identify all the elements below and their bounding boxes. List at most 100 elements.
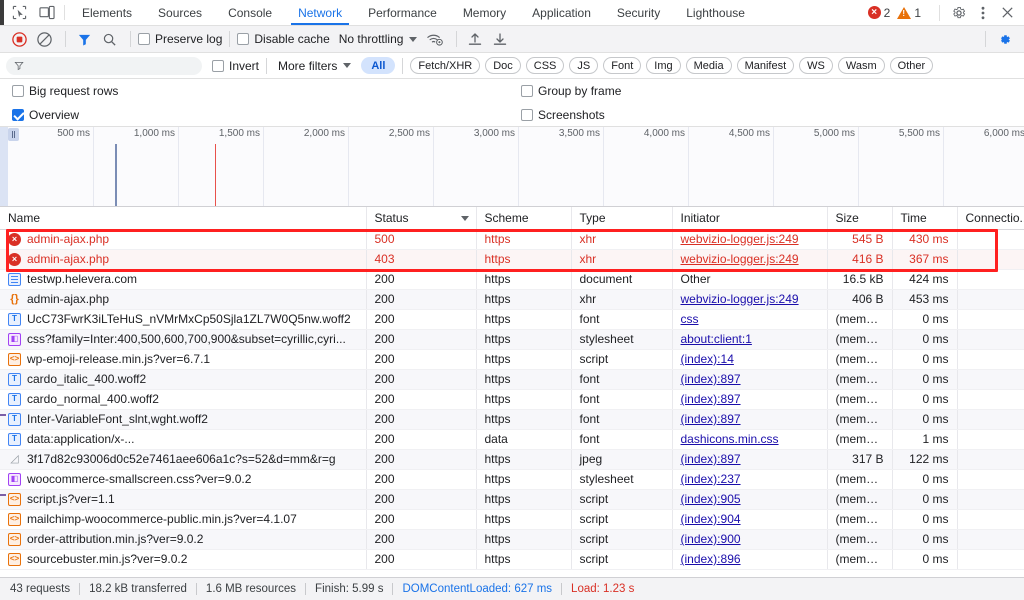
cell-initiator[interactable]: (index):897	[672, 449, 827, 469]
network-settings-gear-icon[interactable]	[993, 28, 1015, 50]
table-row[interactable]: <>sourcebuster.min.js?ver=9.0.2 200 http…	[0, 549, 1024, 569]
issues-counters[interactable]: × 2 1	[868, 6, 925, 20]
overview-drag-handle[interactable]	[8, 128, 19, 141]
column-header-time[interactable]: Time	[892, 207, 957, 229]
filter-icon[interactable]	[73, 28, 95, 50]
table-row[interactable]: ×admin-ajax.php 403 https xhr webvizio-l…	[0, 249, 1024, 269]
wifi-settings-icon[interactable]	[424, 28, 446, 50]
column-header-scheme[interactable]: Scheme	[476, 207, 571, 229]
initiator-link[interactable]: (index):905	[681, 492, 741, 506]
table-row[interactable]: ◿3f17d82c93006d0c52e7461aee606a1c?s=52&d…	[0, 449, 1024, 469]
initiator-link[interactable]: (index):897	[681, 372, 741, 386]
group-by-frame-checkbox[interactable]: Group by frame	[521, 84, 621, 98]
table-row[interactable]: testwp.helevera.com 200 https document O…	[0, 269, 1024, 289]
inspect-element-icon[interactable]	[10, 4, 28, 22]
screenshots-checkbox[interactable]: Screenshots	[521, 108, 605, 122]
cell-initiator[interactable]: (index):896	[672, 549, 827, 569]
table-row[interactable]: <>script.js?ver=1.1 200 https script (in…	[0, 489, 1024, 509]
initiator-link[interactable]: css	[681, 312, 699, 326]
tab-console[interactable]: Console	[215, 0, 285, 25]
cell-initiator[interactable]: (index):897	[672, 389, 827, 409]
download-har-icon[interactable]	[489, 28, 511, 50]
table-row[interactable]: Tcardo_italic_400.woff2 200 https font (…	[0, 369, 1024, 389]
table-row[interactable]: TInter-VariableFont_slnt,wght.woff2 200 …	[0, 409, 1024, 429]
more-filters-dropdown[interactable]: More filters	[278, 59, 351, 73]
chip-manifest[interactable]: Manifest	[737, 57, 795, 74]
tab-lighthouse[interactable]: Lighthouse	[673, 0, 758, 25]
cell-initiator[interactable]: (index):900	[672, 529, 827, 549]
tab-security[interactable]: Security	[604, 0, 673, 25]
column-header-status[interactable]: Status	[366, 207, 476, 229]
table-row[interactable]: ◧css?family=Inter:400,500,600,700,900&su…	[0, 329, 1024, 349]
initiator-link[interactable]: (index):237	[681, 472, 741, 486]
tab-application[interactable]: Application	[519, 0, 604, 25]
device-toolbar-icon[interactable]	[38, 4, 56, 22]
initiator-link[interactable]: (index):896	[681, 552, 741, 566]
table-row[interactable]: ◧woocommerce-smallscreen.css?ver=9.0.2 2…	[0, 469, 1024, 489]
preserve-log-checkbox[interactable]: Preserve log	[138, 32, 222, 46]
chip-fetch-xhr[interactable]: Fetch/XHR	[410, 57, 480, 74]
chip-font[interactable]: Font	[603, 57, 641, 74]
tab-sources[interactable]: Sources	[145, 0, 215, 25]
initiator-link[interactable]: (index):897	[681, 452, 741, 466]
table-row[interactable]: ×admin-ajax.php 500 https xhr webvizio-l…	[0, 229, 1024, 249]
overview-checkbox[interactable]: Overview	[12, 108, 79, 122]
filter-input[interactable]	[29, 60, 194, 72]
initiator-link[interactable]: about:client:1	[681, 332, 752, 346]
chip-other[interactable]: Other	[890, 57, 934, 74]
cell-initiator[interactable]: dashicons.min.css	[672, 429, 827, 449]
cell-initiator[interactable]: (index):904	[672, 509, 827, 529]
chip-img[interactable]: Img	[646, 57, 680, 74]
table-row[interactable]: Tcardo_normal_400.woff2 200 https font (…	[0, 389, 1024, 409]
cell-initiator[interactable]: (index):897	[672, 409, 827, 429]
cell-initiator[interactable]: about:client:1	[672, 329, 827, 349]
overview-window-left-handle[interactable]	[0, 127, 8, 207]
column-header-initiator[interactable]: Initiator	[672, 207, 827, 229]
table-row[interactable]: <>wp-emoji-release.min.js?ver=6.7.1 200 …	[0, 349, 1024, 369]
initiator-link[interactable]: (index):900	[681, 532, 741, 546]
chip-media[interactable]: Media	[686, 57, 732, 74]
record-stop-icon[interactable]	[8, 28, 30, 50]
tab-elements[interactable]: Elements	[69, 0, 145, 25]
close-icon[interactable]	[996, 2, 1018, 24]
kebab-menu-icon[interactable]	[972, 2, 994, 24]
big-request-rows-checkbox[interactable]: Big request rows	[12, 84, 118, 98]
throttling-dropdown[interactable]: No throttling	[339, 32, 418, 46]
cell-initiator[interactable]: (index):897	[672, 369, 827, 389]
gear-icon[interactable]	[948, 2, 970, 24]
initiator-link[interactable]: webvizio-logger.js:249	[681, 292, 799, 306]
filter-input-wrapper[interactable]	[6, 57, 202, 75]
table-row[interactable]: TUcC73FwrK3iLTeHuS_nVMrMxCp50Sjla1ZL7W0Q…	[0, 309, 1024, 329]
invert-checkbox[interactable]: Invert	[212, 59, 259, 73]
column-header-type[interactable]: Type	[571, 207, 672, 229]
initiator-link[interactable]: (index):897	[681, 412, 741, 426]
upload-har-icon[interactable]	[464, 28, 486, 50]
table-row[interactable]: <>mailchimp-woocommerce-public.min.js?ve…	[0, 509, 1024, 529]
column-header-size[interactable]: Size	[827, 207, 892, 229]
cell-initiator[interactable]: webvizio-logger.js:249	[672, 229, 827, 249]
cell-initiator[interactable]: (index):905	[672, 489, 827, 509]
chip-doc[interactable]: Doc	[485, 57, 521, 74]
initiator-link[interactable]: webvizio-logger.js:249	[681, 232, 799, 246]
disable-cache-checkbox[interactable]: Disable cache	[237, 32, 329, 46]
initiator-link[interactable]: (index):897	[681, 392, 741, 406]
initiator-link[interactable]: (index):904	[681, 512, 741, 526]
table-row[interactable]: <>order-attribution.min.js?ver=9.0.2 200…	[0, 529, 1024, 549]
cell-initiator[interactable]: (index):237	[672, 469, 827, 489]
cell-initiator[interactable]: (index):14	[672, 349, 827, 369]
network-overview-timeline[interactable]: 500 ms 1,000 ms 1,500 ms 2,000 ms 2,500 …	[0, 127, 1024, 207]
search-icon[interactable]	[98, 28, 120, 50]
cell-initiator[interactable]: css	[672, 309, 827, 329]
chip-css[interactable]: CSS	[526, 57, 565, 74]
chip-ws[interactable]: WS	[799, 57, 833, 74]
column-header-connection[interactable]: Connectio...	[957, 207, 1024, 229]
initiator-link[interactable]: webvizio-logger.js:249	[681, 252, 799, 266]
cell-initiator[interactable]: webvizio-logger.js:249	[672, 249, 827, 269]
cell-initiator[interactable]: webvizio-logger.js:249	[672, 289, 827, 309]
table-row[interactable]: Tdata:application/x-... 200 data font da…	[0, 429, 1024, 449]
tab-performance[interactable]: Performance	[355, 0, 450, 25]
clear-icon[interactable]	[33, 28, 55, 50]
chip-all[interactable]: All	[361, 57, 395, 74]
tab-network[interactable]: Network	[285, 0, 355, 25]
network-requests-table-wrapper[interactable]: Name Status Scheme Type Initiator Size T…	[0, 207, 1024, 577]
